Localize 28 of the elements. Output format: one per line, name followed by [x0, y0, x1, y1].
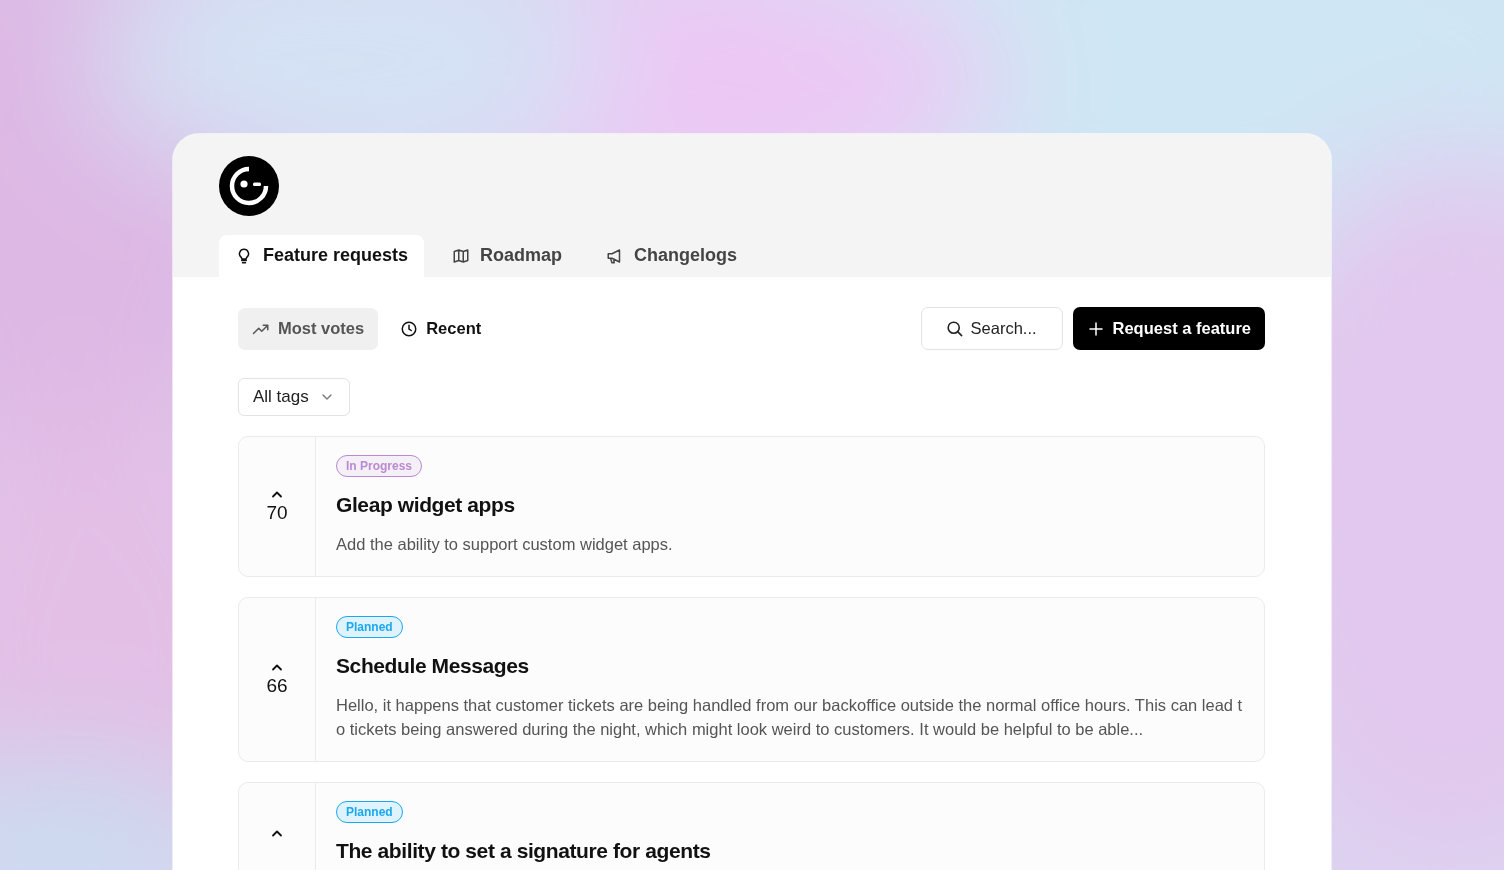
- request-description: Hello, it happens that customer tickets are being handled from our backoffice outside the normal office hours. This can lead to tickets being answered during the night, which might look weird to customers. It would be helpful to be able...: [336, 695, 1244, 740]
- request-title: Schedule Messages: [336, 654, 530, 678]
- request-feature-button[interactable]: Request a feature: [1072, 307, 1265, 350]
- plus-icon: [1086, 319, 1105, 338]
- caret-up-icon: [271, 489, 283, 498]
- logo-icon: [219, 156, 279, 216]
- clock-icon: [400, 319, 419, 338]
- status-tag: Planned: [336, 801, 403, 823]
- status-tag: Planned: [336, 616, 403, 638]
- search-icon: [944, 319, 964, 338]
- tab[interactable]: Roadmap: [436, 235, 579, 277]
- status-tag: In Progress: [336, 455, 423, 477]
- search-field[interactable]: Search...: [920, 307, 1063, 350]
- request-title: The ability to set a signature for agents: [336, 839, 712, 863]
- sort-button[interactable]: Recent: [386, 307, 496, 350]
- request-title: Gleap widget apps: [336, 493, 516, 517]
- upvote-button[interactable]: 70: [262, 485, 292, 528]
- request-description: Add the ability to support custom widget apps.: [336, 534, 674, 555]
- sort-button[interactable]: Most votes: [238, 307, 379, 350]
- tag-dropdown[interactable]: All tags: [238, 378, 350, 416]
- caret-up-icon: [271, 662, 283, 671]
- upvote-button[interactable]: 66: [262, 658, 292, 701]
- tab[interactable]: Changelogs: [590, 235, 754, 277]
- tab[interactable]: Feature requests: [219, 235, 425, 277]
- vote-count: 70: [266, 501, 288, 524]
- vote-count: 66: [266, 674, 288, 697]
- map-icon: [452, 246, 471, 265]
- caret-up-icon: [271, 829, 283, 837]
